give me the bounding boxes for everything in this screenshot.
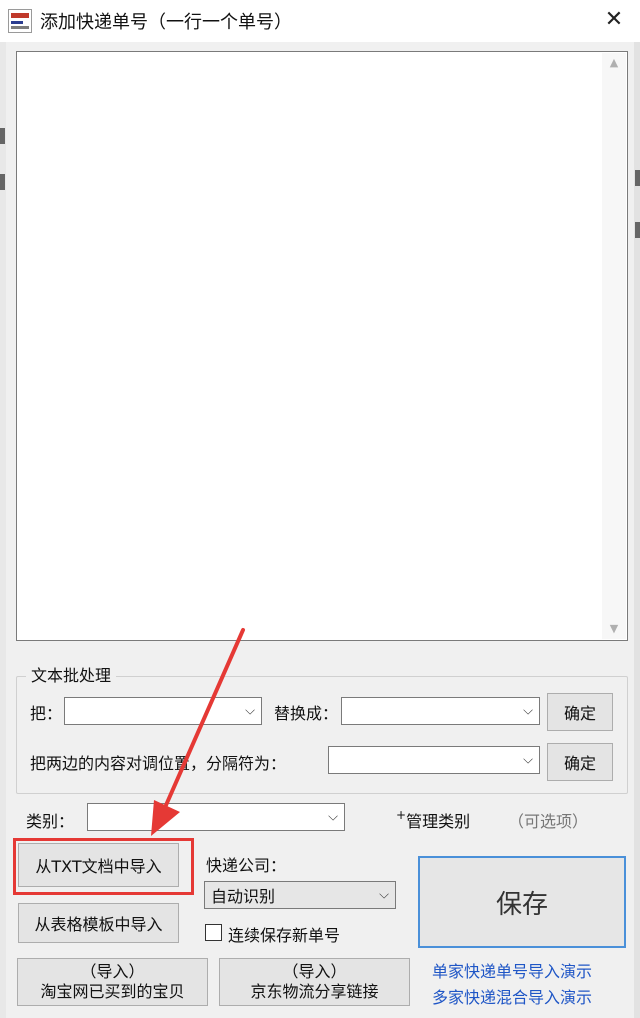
annotation-arrow: [151, 628, 245, 836]
